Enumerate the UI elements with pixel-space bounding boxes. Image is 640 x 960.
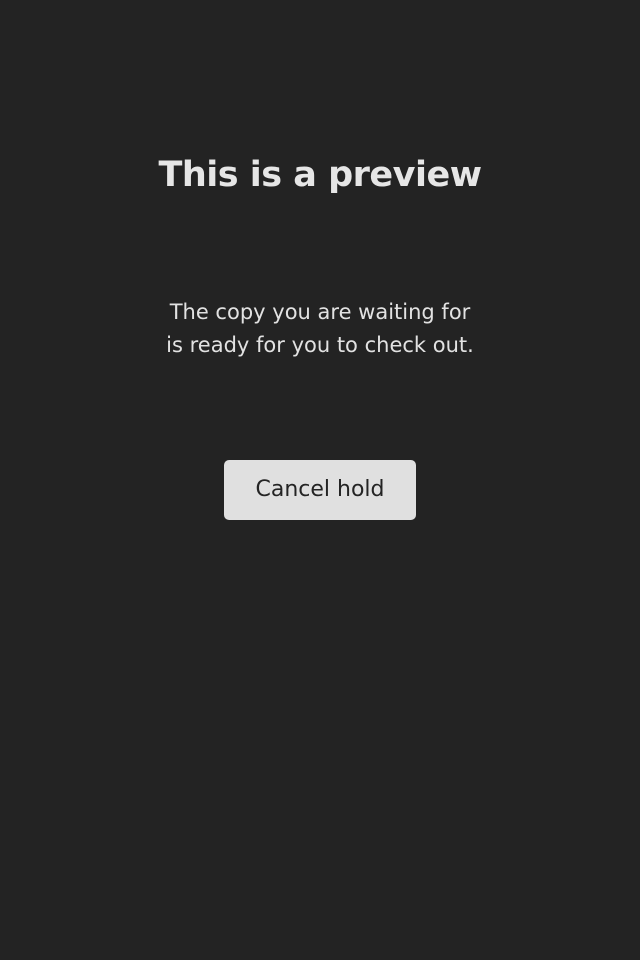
preview-screen: This is a preview The copy you are waiti… xyxy=(0,0,640,960)
page-title: This is a preview xyxy=(158,155,482,195)
message-line-2: is ready for you to check out. xyxy=(166,333,474,357)
cancel-hold-button[interactable]: Cancel hold xyxy=(224,460,416,520)
message-line-1: The copy you are waiting for xyxy=(169,300,471,324)
hold-ready-message: The copy you are waiting for is ready fo… xyxy=(0,296,640,362)
